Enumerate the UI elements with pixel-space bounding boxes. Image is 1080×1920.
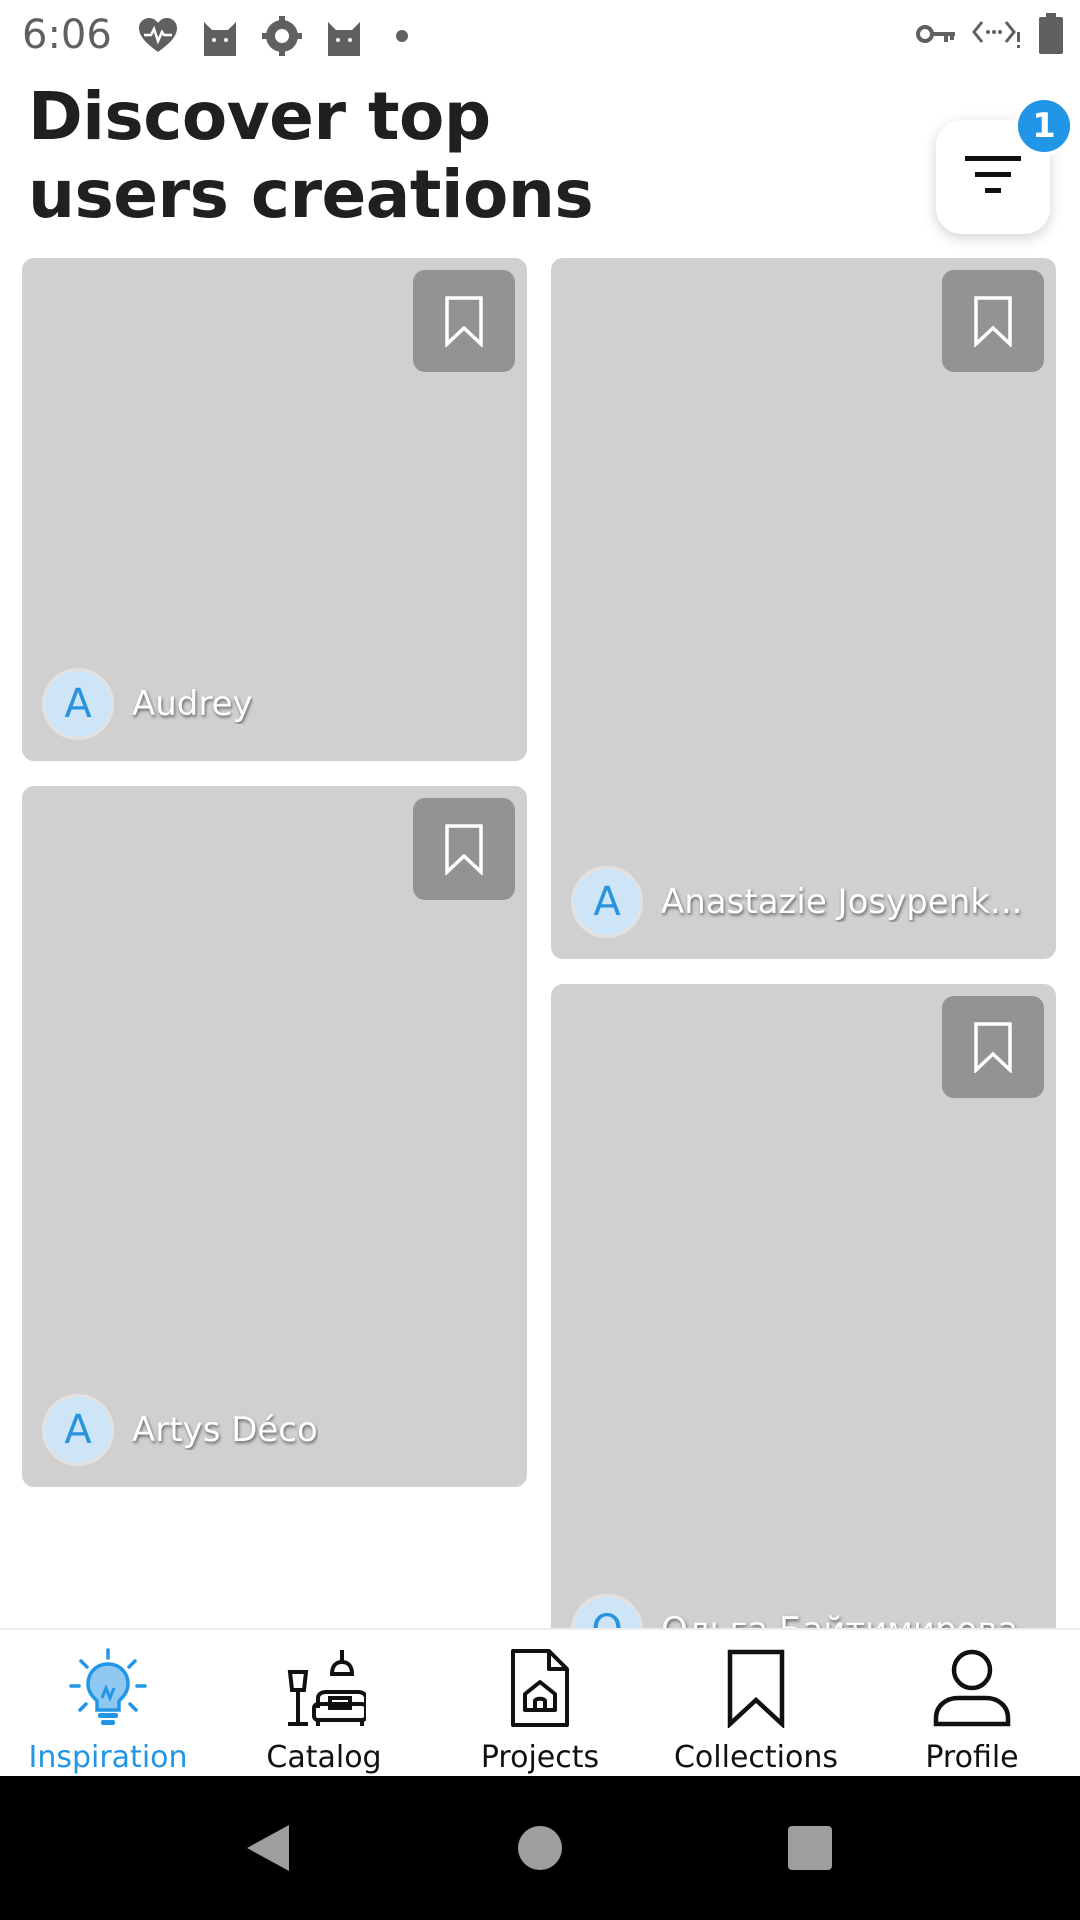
author-name: Artys Déco bbox=[132, 1410, 318, 1450]
cat-icon bbox=[322, 14, 366, 58]
lightbulb-icon bbox=[66, 1646, 150, 1730]
heart-pulse-icon bbox=[136, 14, 180, 58]
back-button[interactable] bbox=[242, 1822, 294, 1874]
nav-label: Collections bbox=[673, 1740, 839, 1775]
bookmark-button[interactable] bbox=[942, 270, 1044, 372]
network-icon bbox=[972, 18, 1022, 55]
bookmark-button[interactable] bbox=[413, 798, 515, 900]
bookmark-button[interactable] bbox=[942, 996, 1044, 1098]
bookmark-icon bbox=[974, 1022, 1012, 1073]
bookmark-icon bbox=[974, 296, 1012, 347]
author-name: Anastazie Josypenk... bbox=[661, 882, 1023, 922]
nav-item-catalog[interactable]: Catalog bbox=[216, 1630, 432, 1776]
avatar: A bbox=[42, 668, 114, 740]
bookmark-icon bbox=[445, 824, 483, 875]
status-time: 6:06 bbox=[22, 12, 112, 58]
bookmark-icon bbox=[445, 296, 483, 347]
puzzle-icon bbox=[260, 14, 304, 58]
status-bar: 6:06 bbox=[0, 0, 1080, 72]
page-title: Discover top users creations bbox=[28, 78, 594, 233]
card-author[interactable]: A Anastazie Josypenk... bbox=[571, 866, 1022, 938]
bottom-navigation: Inspiration Catalog Projects Collections… bbox=[0, 1628, 1080, 1776]
nav-label: Projects bbox=[480, 1740, 600, 1775]
home-button[interactable] bbox=[514, 1822, 566, 1874]
furniture-icon bbox=[282, 1646, 366, 1730]
person-icon bbox=[930, 1646, 1014, 1730]
project-file-icon bbox=[498, 1646, 582, 1730]
nav-label: Profile bbox=[925, 1740, 1019, 1775]
nav-label: Catalog bbox=[266, 1740, 382, 1775]
creation-card[interactable]: A Artys Déco bbox=[22, 786, 527, 1487]
filter-icon bbox=[963, 152, 1023, 203]
card-author[interactable]: A Audrey bbox=[42, 668, 253, 740]
avatar: A bbox=[42, 1394, 114, 1466]
creation-card[interactable]: О Ольга Байтимирова bbox=[551, 984, 1056, 1684]
filter-count-badge: 1 bbox=[1014, 96, 1074, 156]
cat-icon bbox=[198, 14, 242, 58]
nav-item-inspiration[interactable]: Inspiration bbox=[0, 1630, 216, 1776]
system-status-icons bbox=[916, 12, 1064, 60]
nav-item-projects[interactable]: Projects bbox=[432, 1630, 648, 1776]
vpn-key-icon bbox=[916, 22, 956, 51]
creation-card[interactable]: A Audrey bbox=[22, 258, 527, 761]
author-name: Audrey bbox=[132, 684, 253, 724]
bookmark-icon bbox=[714, 1646, 798, 1730]
notification-icons bbox=[136, 14, 408, 58]
more-notifications-dot bbox=[396, 30, 408, 42]
creation-card[interactable]: A Anastazie Josypenk... bbox=[551, 258, 1056, 959]
recents-button[interactable] bbox=[784, 1822, 836, 1874]
nav-item-profile[interactable]: Profile bbox=[864, 1630, 1080, 1776]
nav-item-collections[interactable]: Collections bbox=[648, 1630, 864, 1776]
battery-icon bbox=[1038, 12, 1064, 60]
nav-label: Inspiration bbox=[28, 1740, 188, 1775]
bookmark-button[interactable] bbox=[413, 270, 515, 372]
card-author[interactable]: A Artys Déco bbox=[42, 1394, 318, 1466]
avatar: A bbox=[571, 866, 643, 938]
system-navigation-bar bbox=[0, 1776, 1080, 1920]
